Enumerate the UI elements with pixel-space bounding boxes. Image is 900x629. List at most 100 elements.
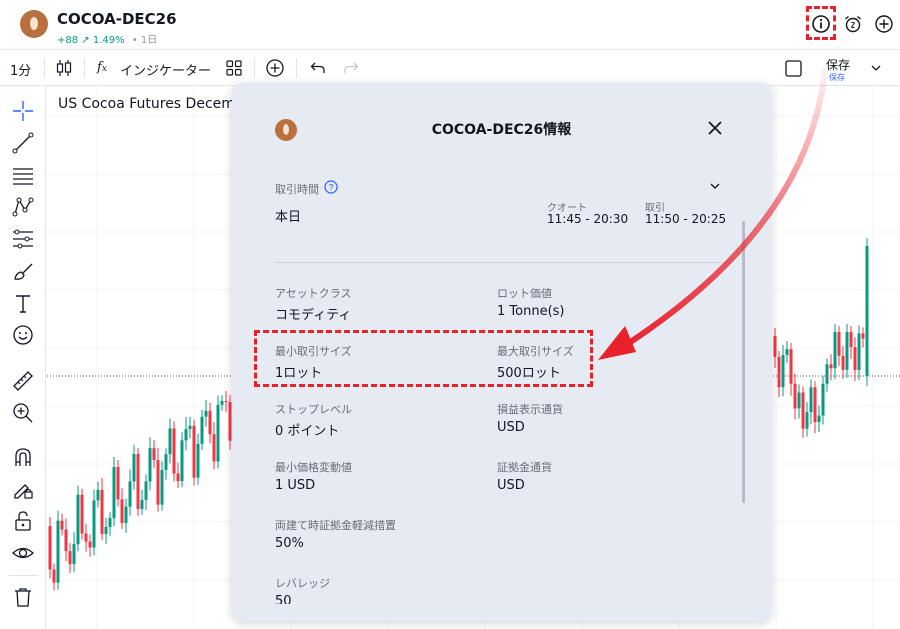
candle-body bbox=[204, 410, 208, 417]
trend-line-icon[interactable] bbox=[12, 132, 34, 154]
add-circle-icon[interactable] bbox=[874, 14, 894, 34]
candle-body bbox=[837, 332, 841, 356]
candle-body bbox=[156, 460, 160, 505]
candle-body bbox=[841, 355, 845, 370]
candle-body bbox=[116, 467, 120, 500]
spec-label: ストップレベル bbox=[275, 403, 352, 416]
fx-icon[interactable]: fx bbox=[97, 60, 107, 75]
divider bbox=[296, 58, 297, 78]
unlock-icon[interactable] bbox=[12, 510, 34, 532]
divider bbox=[254, 58, 255, 78]
candle-body bbox=[817, 415, 821, 423]
candle-body bbox=[108, 518, 112, 527]
magnet-icon[interactable] bbox=[12, 446, 34, 468]
chevron-down-icon[interactable] bbox=[710, 183, 720, 189]
fib-icon[interactable] bbox=[12, 228, 34, 250]
candle-body bbox=[76, 494, 80, 545]
candle-body bbox=[144, 481, 148, 500]
candle-body bbox=[184, 429, 188, 441]
symbol-info-dialog: COCOA-DEC26情報 取引時間 ? 本日 クオート 11:45 - 20:… bbox=[232, 83, 771, 621]
spec-value: USD bbox=[497, 420, 525, 435]
eye-icon[interactable] bbox=[12, 542, 34, 564]
divider bbox=[8, 575, 38, 576]
symbol-name[interactable]: COCOA-DEC26 bbox=[57, 10, 177, 28]
divider bbox=[44, 58, 45, 78]
symbol-header: COCOA-DEC26 +88 ↗ 1.49% • 1日 bbox=[0, 0, 900, 50]
candle-body bbox=[128, 481, 132, 507]
spec-value: 0 ポイント bbox=[275, 424, 340, 439]
trash-icon[interactable] bbox=[12, 586, 34, 608]
chevron-down-icon[interactable] bbox=[871, 65, 881, 71]
help-icon[interactable]: ? bbox=[324, 180, 338, 194]
spec-value: 1 USD bbox=[275, 478, 316, 493]
save-sub-label: 保存 bbox=[829, 73, 845, 82]
close-icon[interactable] bbox=[706, 119, 724, 137]
zoom-in-icon[interactable] bbox=[12, 402, 34, 424]
candle-body bbox=[853, 347, 857, 370]
candle-body bbox=[104, 526, 108, 534]
candle-body bbox=[212, 434, 216, 462]
spec-value: 50% bbox=[275, 536, 304, 551]
pattern-icon[interactable] bbox=[12, 196, 34, 218]
interval-button[interactable]: 1分 bbox=[10, 60, 31, 79]
quote-time: 11:45 - 20:30 bbox=[547, 212, 629, 226]
alarm-icon[interactable] bbox=[843, 14, 863, 34]
indicators-button[interactable]: インジケーター bbox=[120, 60, 211, 79]
scrollbar[interactable] bbox=[742, 221, 745, 503]
spec-label: 最小価格変動値 bbox=[275, 461, 352, 474]
spec-value: 50 bbox=[275, 594, 292, 604]
change-pct: ↗ 1.49% bbox=[81, 35, 125, 46]
candle-body bbox=[92, 500, 96, 548]
candle-body bbox=[152, 448, 156, 461]
spec-value: 1 Tonne(s) bbox=[497, 304, 565, 319]
candle-body bbox=[200, 416, 204, 444]
text-icon[interactable] bbox=[12, 292, 34, 314]
crosshair-icon[interactable] bbox=[12, 100, 34, 122]
candle-body bbox=[64, 529, 68, 552]
candle-body bbox=[132, 453, 136, 482]
candles-icon[interactable] bbox=[56, 59, 72, 77]
candle-body bbox=[72, 544, 76, 565]
horizontal-lines-icon[interactable] bbox=[12, 164, 34, 186]
candle-body bbox=[208, 410, 212, 435]
ruler-icon[interactable] bbox=[12, 370, 34, 392]
spec-label: アセットクラス bbox=[275, 287, 352, 300]
layouts-icon[interactable] bbox=[226, 60, 242, 76]
candle-body bbox=[196, 443, 200, 478]
brush-icon[interactable] bbox=[12, 260, 34, 282]
undo-icon[interactable] bbox=[310, 61, 326, 75]
candle-body bbox=[805, 412, 809, 429]
min-max-size-highlight bbox=[254, 330, 593, 387]
candle-body bbox=[849, 331, 853, 348]
candle-body bbox=[160, 469, 164, 505]
candle-body bbox=[797, 392, 801, 409]
candle-body bbox=[813, 387, 817, 423]
trade-time: 11:50 - 20:25 bbox=[645, 212, 727, 226]
candle-body bbox=[68, 551, 72, 565]
chart-toolbar: 1分 fx インジケーター 保存 保存 bbox=[0, 50, 900, 86]
candle-body bbox=[96, 489, 100, 501]
candle-body bbox=[80, 494, 84, 534]
candle-body bbox=[180, 440, 184, 482]
spec-value: USD bbox=[497, 478, 525, 493]
timeframe-label: • 1日 bbox=[131, 35, 158, 46]
fullscreen-square-icon[interactable] bbox=[785, 60, 802, 77]
candle-body bbox=[124, 506, 128, 523]
session-label: 取引時間 bbox=[275, 183, 319, 196]
info-icon-highlight bbox=[806, 6, 836, 40]
spec-label: 損益表示通貨 bbox=[497, 403, 563, 416]
redo-icon bbox=[344, 62, 359, 73]
emoji-icon[interactable] bbox=[12, 324, 34, 346]
spec-label: ロット価値 bbox=[497, 287, 552, 300]
candle-body bbox=[220, 400, 224, 405]
divider bbox=[84, 58, 85, 78]
save-button[interactable]: 保存 bbox=[826, 56, 850, 73]
candle-body bbox=[821, 383, 825, 416]
cocoa-logo bbox=[20, 10, 48, 38]
svg-text:?: ? bbox=[328, 183, 333, 193]
divider bbox=[275, 262, 721, 263]
price-change: +88 ↗ 1.49% • 1日 bbox=[57, 31, 157, 46]
candle-body bbox=[857, 333, 861, 370]
lock-pencil-icon[interactable] bbox=[12, 478, 34, 500]
compare-add-icon[interactable] bbox=[265, 58, 285, 78]
